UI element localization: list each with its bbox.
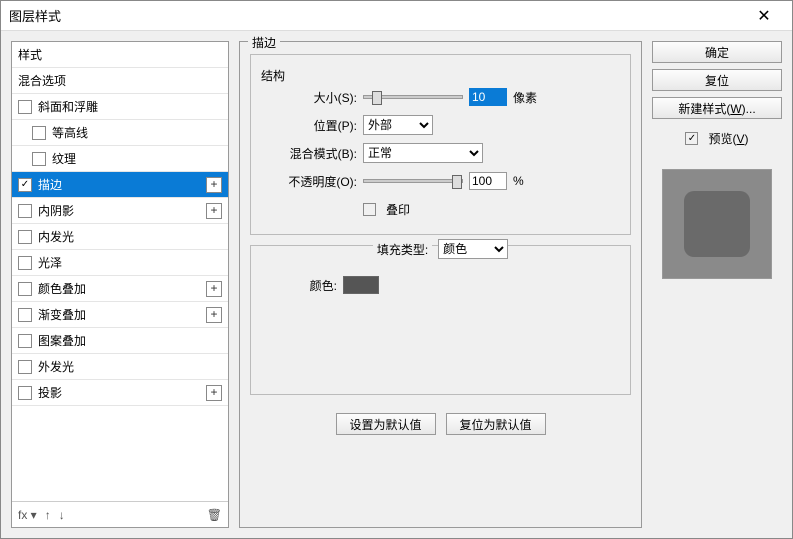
add-effect-icon[interactable]: + [206, 385, 222, 401]
reset-default-button[interactable]: 复位为默认值 [446, 413, 546, 435]
style-checkbox[interactable] [18, 308, 32, 322]
size-input[interactable] [469, 88, 507, 106]
close-icon[interactable]: ✕ [744, 6, 784, 26]
position-label: 位置(P): [261, 117, 357, 134]
move-up-icon[interactable]: ↑ [45, 508, 51, 522]
preview-swatch [684, 191, 750, 257]
style-label: 颜色叠加 [38, 280, 206, 297]
size-label: 大小(S): [261, 89, 357, 106]
window-title: 图层样式 [9, 6, 744, 25]
styles-header[interactable]: 样式 [12, 42, 228, 68]
style-checkbox[interactable] [32, 126, 46, 140]
style-checkbox[interactable] [18, 360, 32, 374]
styles-footer: fx ▾ ↑ ↓ 🗑 [12, 501, 228, 527]
add-effect-icon[interactable]: + [206, 203, 222, 219]
style-item-0[interactable]: 斜面和浮雕 [12, 94, 228, 120]
style-checkbox[interactable] [18, 230, 32, 244]
style-item-3[interactable]: 描边+ [12, 172, 228, 198]
structure-title: 结构 [261, 67, 620, 84]
preview-label: 预览(V) [708, 130, 748, 147]
set-default-button[interactable]: 设置为默认值 [336, 413, 436, 435]
style-label: 描边 [38, 176, 206, 193]
style-label: 斜面和浮雕 [38, 98, 222, 115]
trash-icon[interactable]: 🗑 [207, 508, 222, 522]
style-item-4[interactable]: 内阴影+ [12, 198, 228, 224]
color-swatch[interactable] [343, 276, 379, 294]
style-item-8[interactable]: 渐变叠加+ [12, 302, 228, 328]
style-checkbox[interactable] [18, 282, 32, 296]
new-style-button[interactable]: 新建样式(W)... [652, 97, 782, 119]
style-item-5[interactable]: 内发光 [12, 224, 228, 250]
style-item-7[interactable]: 颜色叠加+ [12, 276, 228, 302]
position-row: 位置(P): 外部 [261, 112, 620, 138]
overprint-checkbox[interactable] [363, 203, 376, 216]
blend-select[interactable]: 正常 [363, 143, 483, 163]
overprint-label: 叠印 [386, 201, 410, 218]
blend-label: 混合模式(B): [261, 145, 357, 162]
title-bar: 图层样式 ✕ [1, 1, 792, 31]
style-label: 纹理 [52, 150, 222, 167]
dialog-content: 样式 混合选项 斜面和浮雕等高线纹理描边+内阴影+内发光光泽颜色叠加+渐变叠加+… [1, 31, 792, 538]
action-panel: 确定 复位 新建样式(W)... 预览(V) [652, 41, 782, 528]
add-effect-icon[interactable]: + [206, 307, 222, 323]
preview-row: 预览(V) [652, 125, 782, 151]
size-row: 大小(S): 像素 [261, 84, 620, 110]
filltype-row: 填充类型: 颜色 [261, 236, 620, 262]
style-checkbox[interactable] [18, 386, 32, 400]
add-effect-icon[interactable]: + [206, 177, 222, 193]
style-label: 外发光 [38, 358, 222, 375]
style-label: 光泽 [38, 254, 222, 271]
size-unit: 像素 [513, 89, 537, 106]
opacity-unit: % [513, 174, 524, 188]
filltype-select[interactable]: 颜色 [438, 239, 508, 259]
fill-group: 填充类型: 颜色 颜色: [250, 245, 631, 395]
style-item-10[interactable]: 外发光 [12, 354, 228, 380]
options-panel: 描边 结构 大小(S): 像素 位置(P): 外部 混合模式(B): [239, 41, 642, 528]
style-label: 内阴影 [38, 202, 206, 219]
style-checkbox[interactable] [18, 204, 32, 218]
style-checkbox[interactable] [18, 100, 32, 114]
filltype-label: 填充类型: [373, 241, 432, 258]
styles-list: 样式 混合选项 斜面和浮雕等高线纹理描边+内阴影+内发光光泽颜色叠加+渐变叠加+… [12, 42, 228, 501]
style-item-2[interactable]: 纹理 [12, 146, 228, 172]
style-label: 内发光 [38, 228, 222, 245]
style-item-6[interactable]: 光泽 [12, 250, 228, 276]
style-item-9[interactable]: 图案叠加 [12, 328, 228, 354]
style-label: 投影 [38, 384, 206, 401]
blend-options-label: 混合选项 [18, 72, 222, 89]
preview-checkbox[interactable] [685, 132, 698, 145]
overprint-row: 叠印 [261, 196, 620, 222]
ok-button[interactable]: 确定 [652, 41, 782, 63]
opacity-slider[interactable] [363, 179, 463, 183]
style-item-1[interactable]: 等高线 [12, 120, 228, 146]
stroke-section: 描边 结构 大小(S): 像素 位置(P): 外部 混合模式(B): [239, 41, 642, 528]
color-row: 颜色: [261, 272, 620, 298]
fx-menu-icon[interactable]: fx ▾ [18, 508, 37, 522]
style-item-11[interactable]: 投影+ [12, 380, 228, 406]
position-select[interactable]: 外部 [363, 115, 433, 135]
opacity-label: 不透明度(O): [261, 173, 357, 190]
style-checkbox[interactable] [32, 152, 46, 166]
defaults-row: 设置为默认值 复位为默认值 [250, 413, 631, 435]
blend-row: 混合模式(B): 正常 [261, 140, 620, 166]
style-checkbox[interactable] [18, 178, 32, 192]
style-label: 图案叠加 [38, 332, 222, 349]
opacity-row: 不透明度(O): % [261, 168, 620, 194]
style-label: 等高线 [52, 124, 222, 141]
size-slider[interactable] [363, 95, 463, 99]
styles-panel: 样式 混合选项 斜面和浮雕等高线纹理描边+内阴影+内发光光泽颜色叠加+渐变叠加+… [11, 41, 229, 528]
reset-button[interactable]: 复位 [652, 69, 782, 91]
structure-group: 结构 大小(S): 像素 位置(P): 外部 混合模式(B): 正 [250, 54, 631, 235]
add-effect-icon[interactable]: + [206, 281, 222, 297]
stroke-section-title: 描边 [248, 34, 280, 51]
blend-options-row[interactable]: 混合选项 [12, 68, 228, 94]
color-label: 颜色: [261, 277, 337, 294]
style-label: 渐变叠加 [38, 306, 206, 323]
style-checkbox[interactable] [18, 334, 32, 348]
styles-header-label: 样式 [18, 46, 222, 63]
opacity-input[interactable] [469, 172, 507, 190]
preview-box [662, 169, 772, 279]
move-down-icon[interactable]: ↓ [59, 508, 65, 522]
style-checkbox[interactable] [18, 256, 32, 270]
